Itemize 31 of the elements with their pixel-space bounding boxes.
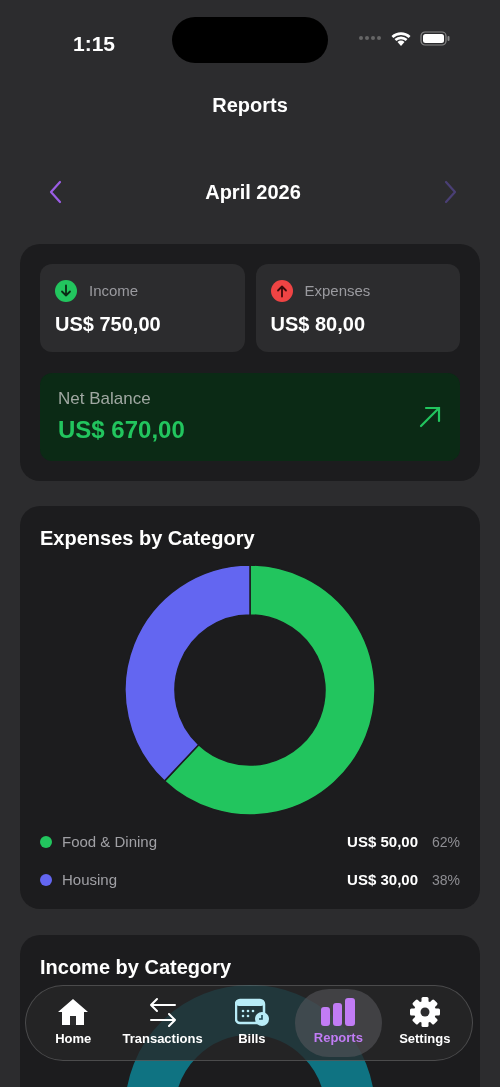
page-title: Reports (211, 93, 289, 118)
tile-label: Expenses (304, 281, 371, 301)
tab-item[interactable]: Settings (381, 989, 468, 1057)
tab-item[interactable]: Home (30, 989, 117, 1057)
bar-chart-icon (320, 998, 357, 1027)
chevron-right-icon (444, 180, 458, 204)
arrow-down-icon (55, 280, 77, 303)
card-title: Income by Category (40, 955, 233, 979)
tile-label: Income (89, 281, 139, 301)
tab-item[interactable]: Transactions (116, 989, 209, 1057)
settings-icon (408, 997, 441, 1028)
legend-amount: US$ 30,00 (347, 869, 418, 890)
calendar-clock-icon (234, 997, 269, 1028)
legend-amount: US$ 50,00 (347, 831, 418, 852)
net-balance-amount: US$ 670,00 (58, 414, 185, 445)
tile-amount: US$ 80,00 (270, 311, 366, 337)
battery-icon (420, 30, 450, 46)
tile-amount: US$ 750,00 (55, 311, 162, 337)
chevron-left-icon (48, 180, 62, 204)
wifi-icon (390, 30, 412, 46)
card-title: Expenses by Category (40, 526, 256, 550)
signal-icon (358, 35, 382, 41)
legend-percent: 62% (430, 832, 460, 852)
arrow-up-icon (270, 280, 293, 303)
legend-label: Housing (62, 869, 119, 890)
net-balance-label: Net Balance (58, 388, 152, 411)
legend-label: Food & Dining (62, 831, 159, 852)
month-label: April 2026 (205, 180, 301, 205)
status-time: 1:15 (73, 31, 116, 57)
legend-percent: 38% (430, 870, 460, 890)
tab-item[interactable]: Bills (208, 989, 296, 1057)
